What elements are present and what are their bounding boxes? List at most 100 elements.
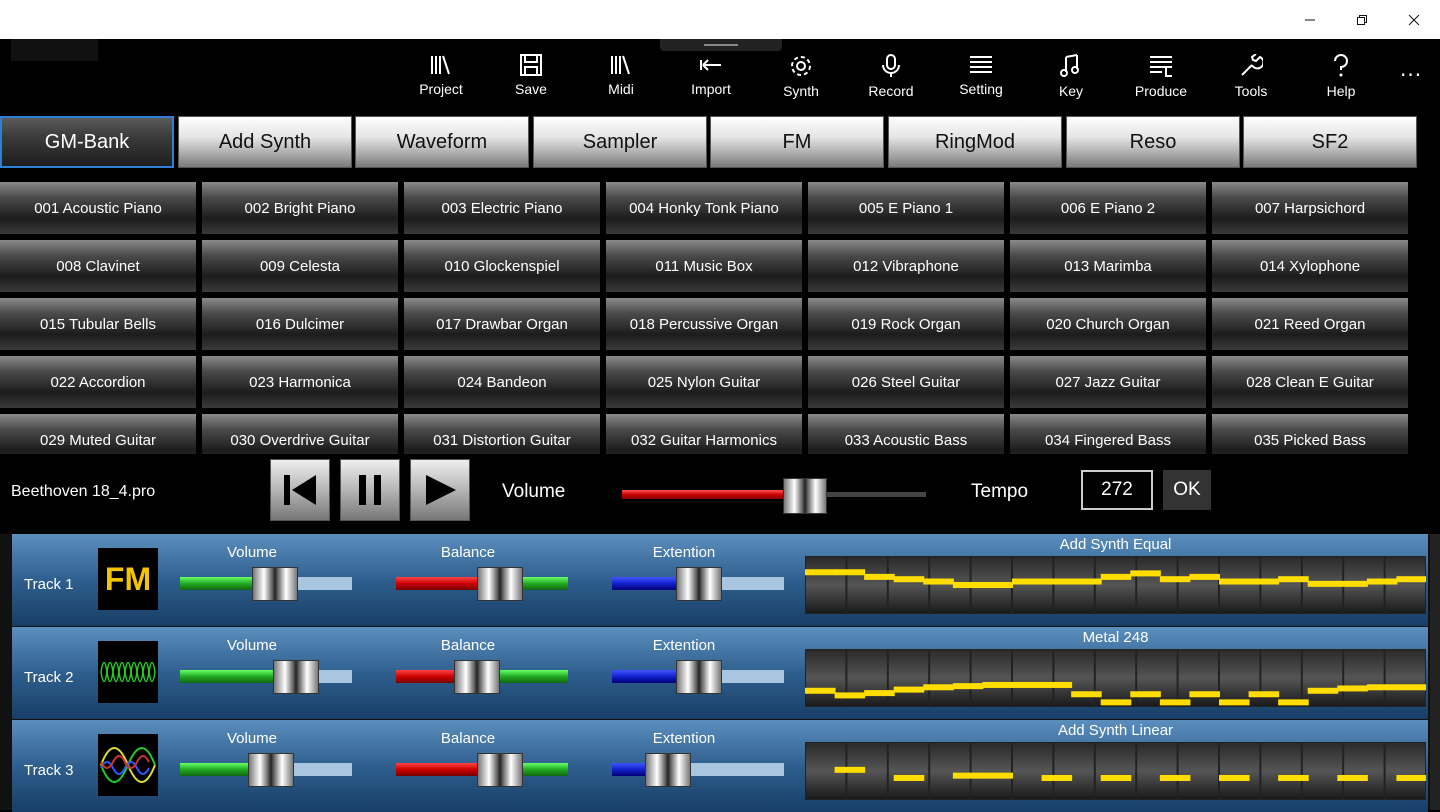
- sine-waves-icon[interactable]: [98, 734, 158, 796]
- midi-button[interactable]: Midi: [586, 51, 656, 107]
- wave-segment: [1278, 576, 1309, 583]
- tab-waveform[interactable]: Waveform: [355, 116, 529, 168]
- instrument-button[interactable]: 001 Acoustic Piano: [0, 182, 196, 234]
- wave-segment: [834, 766, 866, 773]
- fm-icon[interactable]: FM: [98, 548, 158, 610]
- instrument-button[interactable]: 033 Acoustic Bass: [808, 414, 1004, 454]
- extention-knob[interactable]: [676, 660, 722, 694]
- scrollbar[interactable]: [1430, 534, 1440, 810]
- instrument-button[interactable]: 008 Clavinet: [0, 240, 196, 292]
- wave-segment: [1012, 681, 1043, 688]
- more-options-icon[interactable]: ...: [1400, 57, 1422, 81]
- instrument-button[interactable]: 017 Drawbar Organ: [404, 298, 600, 350]
- instrument-button[interactable]: 029 Muted Guitar: [0, 414, 196, 454]
- instrument-button[interactable]: 006 E Piano 2: [1010, 182, 1206, 234]
- instrument-button[interactable]: 019 Rock Organ: [808, 298, 1004, 350]
- tab-reso[interactable]: Reso: [1066, 116, 1240, 168]
- minimize-icon[interactable]: [1282, 0, 1338, 39]
- restore-icon[interactable]: [1334, 0, 1390, 39]
- master-volume-slider[interactable]: [622, 476, 926, 516]
- waveform-icon[interactable]: [98, 641, 158, 703]
- wave-segment: [1337, 580, 1368, 587]
- instrument-button[interactable]: 030 Overdrive Guitar: [202, 414, 398, 454]
- wave-column: [1095, 650, 1136, 706]
- extention-knob[interactable]: [645, 753, 691, 787]
- instrument-button[interactable]: 011 Music Box: [606, 240, 802, 292]
- instrument-button[interactable]: 025 Nylon Guitar: [606, 356, 802, 408]
- balance-knob[interactable]: [477, 753, 523, 787]
- tab-add-synth[interactable]: Add Synth: [178, 116, 352, 168]
- wave-column: [1344, 743, 1384, 799]
- instrument-button[interactable]: 020 Church Organ: [1010, 298, 1206, 350]
- volume-slider[interactable]: [180, 659, 352, 695]
- help-button[interactable]: Help: [1306, 51, 1376, 107]
- extention-slider[interactable]: [612, 566, 784, 602]
- balance-slider[interactable]: [396, 566, 568, 602]
- tab-sf2[interactable]: SF2: [1243, 116, 1417, 168]
- key-button[interactable]: Key: [1036, 51, 1106, 107]
- play-button[interactable]: [410, 459, 470, 521]
- produce-button[interactable]: Produce: [1126, 51, 1196, 107]
- instrument-button[interactable]: 026 Steel Guitar: [808, 356, 1004, 408]
- pause-button[interactable]: [340, 459, 400, 521]
- instrument-button[interactable]: 023 Harmonica: [202, 356, 398, 408]
- volume-knob[interactable]: [273, 660, 319, 694]
- synth-button[interactable]: Synth: [766, 51, 836, 107]
- record-button[interactable]: Record: [856, 51, 926, 107]
- volume-knob[interactable]: [248, 753, 294, 787]
- skip-back-button[interactable]: [270, 459, 330, 521]
- extention-slider[interactable]: [612, 659, 784, 695]
- instrument-button[interactable]: 004 Honky Tonk Piano: [606, 182, 802, 234]
- instrument-button[interactable]: 010 Glockenspiel: [404, 240, 600, 292]
- tab-sampler[interactable]: Sampler: [533, 116, 707, 168]
- instrument-button[interactable]: 009 Celesta: [202, 240, 398, 292]
- track-row: Track 1 FM Volume Balance Extention Add Synth…: [12, 534, 1428, 626]
- balance-knob[interactable]: [454, 660, 500, 694]
- setting-button[interactable]: Setting: [946, 51, 1016, 107]
- tab-ringmod[interactable]: RingMod: [888, 116, 1062, 168]
- instrument-button[interactable]: 016 Dulcimer: [202, 298, 398, 350]
- instrument-button[interactable]: 032 Guitar Harmonics: [606, 414, 802, 454]
- waveform-editor[interactable]: [805, 649, 1427, 707]
- instrument-button[interactable]: 018 Percussive Organ: [606, 298, 802, 350]
- instrument-button[interactable]: 031 Distortion Guitar: [404, 414, 600, 454]
- volume-slider[interactable]: [180, 566, 352, 602]
- tools-button[interactable]: Tools: [1216, 51, 1286, 107]
- balance-slider[interactable]: [396, 659, 568, 695]
- volume-knob[interactable]: [252, 567, 298, 601]
- volume-slider[interactable]: [180, 752, 352, 788]
- tab-gm-bank[interactable]: GM-Bank: [0, 116, 174, 168]
- instrument-button[interactable]: 027 Jazz Guitar: [1010, 356, 1206, 408]
- save-button[interactable]: Save: [496, 51, 566, 107]
- tab-fm[interactable]: FM: [710, 116, 884, 168]
- instrument-button[interactable]: 013 Marimba: [1010, 240, 1206, 292]
- waveform-editor[interactable]: [805, 556, 1427, 614]
- instrument-button[interactable]: 005 E Piano 1: [808, 182, 1004, 234]
- instrument-button[interactable]: 014 Xylophone: [1212, 240, 1408, 292]
- close-icon[interactable]: [1386, 0, 1440, 39]
- balance-knob[interactable]: [477, 567, 523, 601]
- volume-label: Volume: [502, 481, 566, 502]
- instrument-button[interactable]: 015 Tubular Bells: [0, 298, 196, 350]
- extention-knob[interactable]: [676, 567, 722, 601]
- project-button[interactable]: Project: [406, 51, 476, 107]
- tempo-input[interactable]: [1081, 470, 1153, 510]
- waveform-editor[interactable]: [805, 742, 1427, 800]
- instrument-button[interactable]: 022 Accordion: [0, 356, 196, 408]
- instrument-button[interactable]: 007 Harpsichord: [1212, 182, 1408, 234]
- instrument-button[interactable]: 002 Bright Piano: [202, 182, 398, 234]
- ok-button[interactable]: OK: [1163, 470, 1211, 510]
- instrument-button[interactable]: 012 Vibraphone: [808, 240, 1004, 292]
- instrument-button[interactable]: 003 Electric Piano: [404, 182, 600, 234]
- drag-handle[interactable]: [660, 39, 782, 51]
- instrument-button[interactable]: 021 Reed Organ: [1212, 298, 1408, 350]
- instrument-button[interactable]: 028 Clean E Guitar: [1212, 356, 1408, 408]
- extention-slider[interactable]: [612, 752, 784, 788]
- instrument-button[interactable]: 034 Fingered Bass: [1010, 414, 1206, 454]
- wave-column: [1137, 557, 1177, 613]
- import-button[interactable]: Import: [676, 51, 746, 107]
- instrument-button[interactable]: 024 Bandeon: [404, 356, 600, 408]
- volume-knob[interactable]: [783, 478, 827, 514]
- balance-slider[interactable]: [396, 752, 568, 788]
- instrument-button[interactable]: 035 Picked Bass: [1212, 414, 1408, 454]
